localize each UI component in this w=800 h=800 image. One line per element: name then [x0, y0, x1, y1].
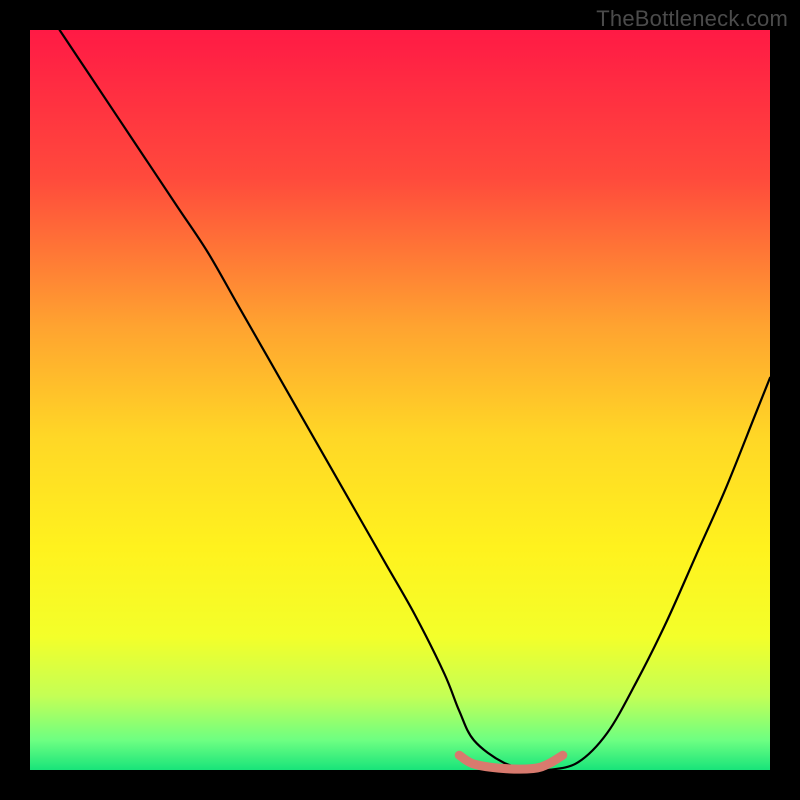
watermark-text: TheBottleneck.com	[596, 6, 788, 32]
bottleneck-chart	[0, 0, 800, 800]
plot-background	[30, 30, 770, 770]
chart-frame: TheBottleneck.com	[0, 0, 800, 800]
